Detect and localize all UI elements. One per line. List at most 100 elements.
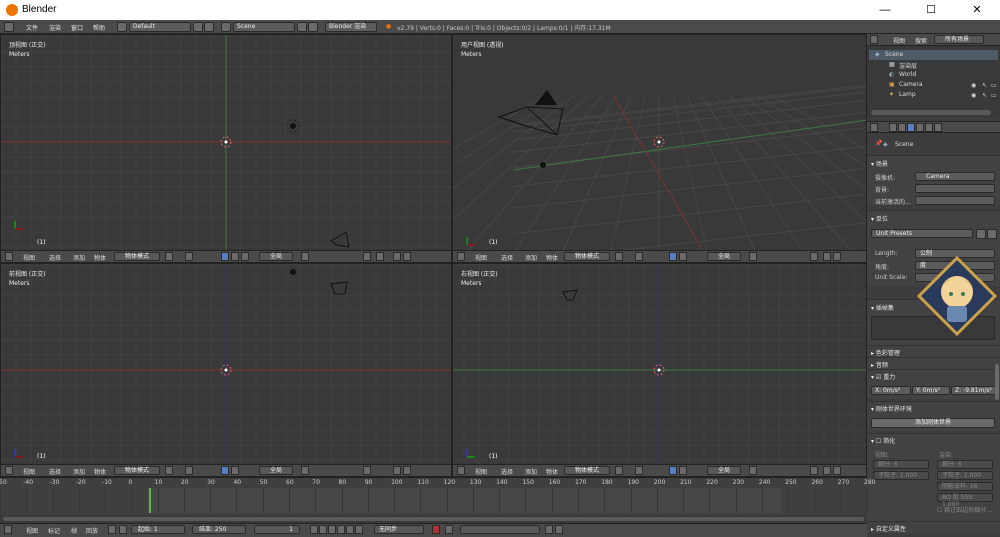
manipulator-icon[interactable] [669, 252, 677, 261]
pin-icon[interactable]: 📌 [875, 140, 882, 147]
render-engine-select[interactable]: Blender 渲染 [325, 22, 377, 32]
timeline-scrollbar[interactable] [3, 517, 864, 521]
select-arrow-icon[interactable]: ↖ [982, 92, 987, 99]
menu-object[interactable]: 物体 [94, 253, 106, 262]
panel-gravity-title[interactable]: ▾ ☑ 重力 [871, 372, 895, 381]
panel-units-title[interactable]: ▾ 单位 [871, 214, 888, 223]
menu-select[interactable]: 选择 [49, 253, 61, 262]
panel-custom-props[interactable]: ▸ 自定义属性 [867, 521, 1000, 533]
translate-icon[interactable] [231, 252, 239, 261]
gravity-z-field[interactable]: Z: -9.81m/s² [951, 386, 997, 395]
scene-field[interactable]: Scene [233, 22, 295, 32]
outliner-menu-search[interactable]: 搜索 [915, 36, 927, 45]
menu-render[interactable]: 渲染 [49, 23, 61, 32]
rotate-icon[interactable] [241, 252, 249, 261]
layers-icon[interactable] [749, 466, 757, 475]
translate-icon[interactable] [679, 252, 687, 261]
layout-field[interactable]: Default [129, 22, 191, 32]
mode-select[interactable]: 物体模式 [564, 466, 610, 475]
translate-icon[interactable] [231, 466, 239, 475]
record-icon[interactable] [432, 525, 440, 534]
add-rigid-world-button[interactable]: 添加刚体世界 [871, 418, 995, 428]
menu-object[interactable]: 物体 [94, 467, 106, 476]
preset-add-button[interactable] [976, 229, 986, 239]
snap-icon[interactable] [363, 466, 371, 475]
layers-icon[interactable] [301, 466, 309, 475]
preview-range-icon[interactable] [108, 525, 116, 534]
menu-file[interactable]: 文件 [26, 23, 38, 32]
mode-select[interactable]: 物体模式 [114, 466, 160, 475]
prev-key-icon[interactable] [319, 525, 327, 534]
pivot-icon[interactable] [635, 252, 643, 261]
pivot-icon[interactable] [185, 252, 193, 261]
editor-type-icon[interactable] [4, 22, 14, 32]
viewport-top[interactable]: 顶视图 (正交) Meters (1) 视图 选择 添加 物体 物体模式 全局 [0, 34, 452, 263]
menu-add[interactable]: 添加 [73, 253, 85, 262]
manipulator-icon[interactable] [669, 466, 677, 475]
menu-view[interactable]: 视图 [475, 253, 487, 262]
jump-end-icon[interactable] [355, 525, 363, 534]
menu-object[interactable]: 物体 [546, 253, 558, 262]
menu-view[interactable]: 视图 [475, 467, 487, 476]
maximize-button[interactable]: ☐ [908, 0, 954, 20]
child-render-field[interactable]: 子粒子: 1.000 [937, 471, 993, 480]
play-icon[interactable] [337, 525, 345, 534]
keying-set-field[interactable] [460, 525, 540, 534]
world-tab-icon[interactable] [916, 123, 924, 132]
editor-type-icon[interactable] [870, 123, 878, 132]
current-frame-marker[interactable] [149, 488, 151, 513]
play-reverse-icon[interactable] [328, 525, 336, 534]
render-icon[interactable] [823, 466, 831, 475]
menu-window[interactable]: 窗口 [71, 23, 83, 32]
next-key-icon[interactable] [346, 525, 354, 534]
orientation-select[interactable]: 全局 [259, 252, 293, 261]
menu-select[interactable]: 选择 [501, 467, 513, 476]
properties-scrollbar[interactable] [995, 364, 999, 400]
panel-simplify-title[interactable]: ▾ ☐ 简化 [871, 436, 895, 445]
layout-selector-icon[interactable] [117, 22, 127, 32]
keying-icon[interactable] [445, 525, 453, 534]
outliner-scrollbar[interactable] [871, 110, 991, 115]
layers-icon[interactable] [301, 252, 309, 261]
scene-tab-icon[interactable] [907, 123, 915, 132]
menu-select[interactable]: 选择 [501, 253, 513, 262]
outliner-filter-select[interactable]: 所有场景 [934, 35, 984, 44]
editor-type-icon[interactable] [4, 525, 12, 534]
ao-sss-field[interactable]: AO 和 SSS: 1.000 [937, 493, 993, 508]
current-frame-field[interactable]: 1 [254, 525, 300, 534]
child-view-field[interactable]: 子粒子: 1.000 [873, 471, 929, 480]
timeline-menu-playback[interactable]: 回放 [86, 526, 98, 535]
mode-select[interactable]: 物体模式 [564, 252, 610, 261]
manipulator-icon[interactable] [221, 466, 229, 475]
render-icon[interactable] [823, 252, 831, 261]
menu-help[interactable]: 帮助 [93, 23, 105, 32]
render-icon[interactable] [393, 466, 401, 475]
delete-key-icon[interactable] [555, 525, 563, 534]
render-anim-icon[interactable] [833, 466, 841, 475]
scene-remove-icon[interactable] [308, 22, 318, 32]
outliner-menu-view[interactable]: 视图 [893, 36, 905, 45]
subdiv-render-field[interactable]: 细分: 6 [937, 460, 993, 469]
preset-remove-button[interactable] [987, 229, 997, 239]
render-anim-icon[interactable] [403, 252, 411, 261]
menu-add[interactable]: 添加 [73, 467, 85, 476]
gravity-x-field[interactable]: X: 0m/s² [871, 386, 911, 395]
frame-lock-icon[interactable] [119, 525, 127, 534]
render-toggle-icon[interactable]: ▭ [991, 82, 997, 89]
active-clip-field[interactable] [915, 196, 995, 205]
close-button[interactable]: ✕ [954, 0, 1000, 20]
end-frame-field[interactable]: 结束: 250 [192, 525, 246, 534]
render-anim-icon[interactable] [833, 252, 841, 261]
scene-add-icon[interactable] [297, 22, 307, 32]
jump-start-icon[interactable] [310, 525, 318, 534]
viewport-right[interactable]: 右视图 (正交) Meters (1) 视图 选择 添加 物体 物体模式 全局 [452, 263, 867, 477]
shading-icon[interactable] [615, 466, 623, 475]
viewport-user[interactable]: 用户视图 (透视) Meters (1) 视图 选择 添加 物体 物体模式 全局 [452, 34, 867, 263]
panel-rigid-title[interactable]: ▾ 刚体世界环境 [871, 404, 912, 413]
scene-selector-icon[interactable] [221, 22, 231, 32]
orientation-select[interactable]: 全局 [707, 252, 741, 261]
timeline-menu-frame[interactable]: 帧 [71, 526, 77, 535]
start-frame-field[interactable]: 起始: 1 [131, 525, 185, 534]
select-arrow-icon[interactable]: ↖ [982, 82, 987, 89]
unit-presets-select[interactable]: Unit Presets [871, 229, 973, 238]
